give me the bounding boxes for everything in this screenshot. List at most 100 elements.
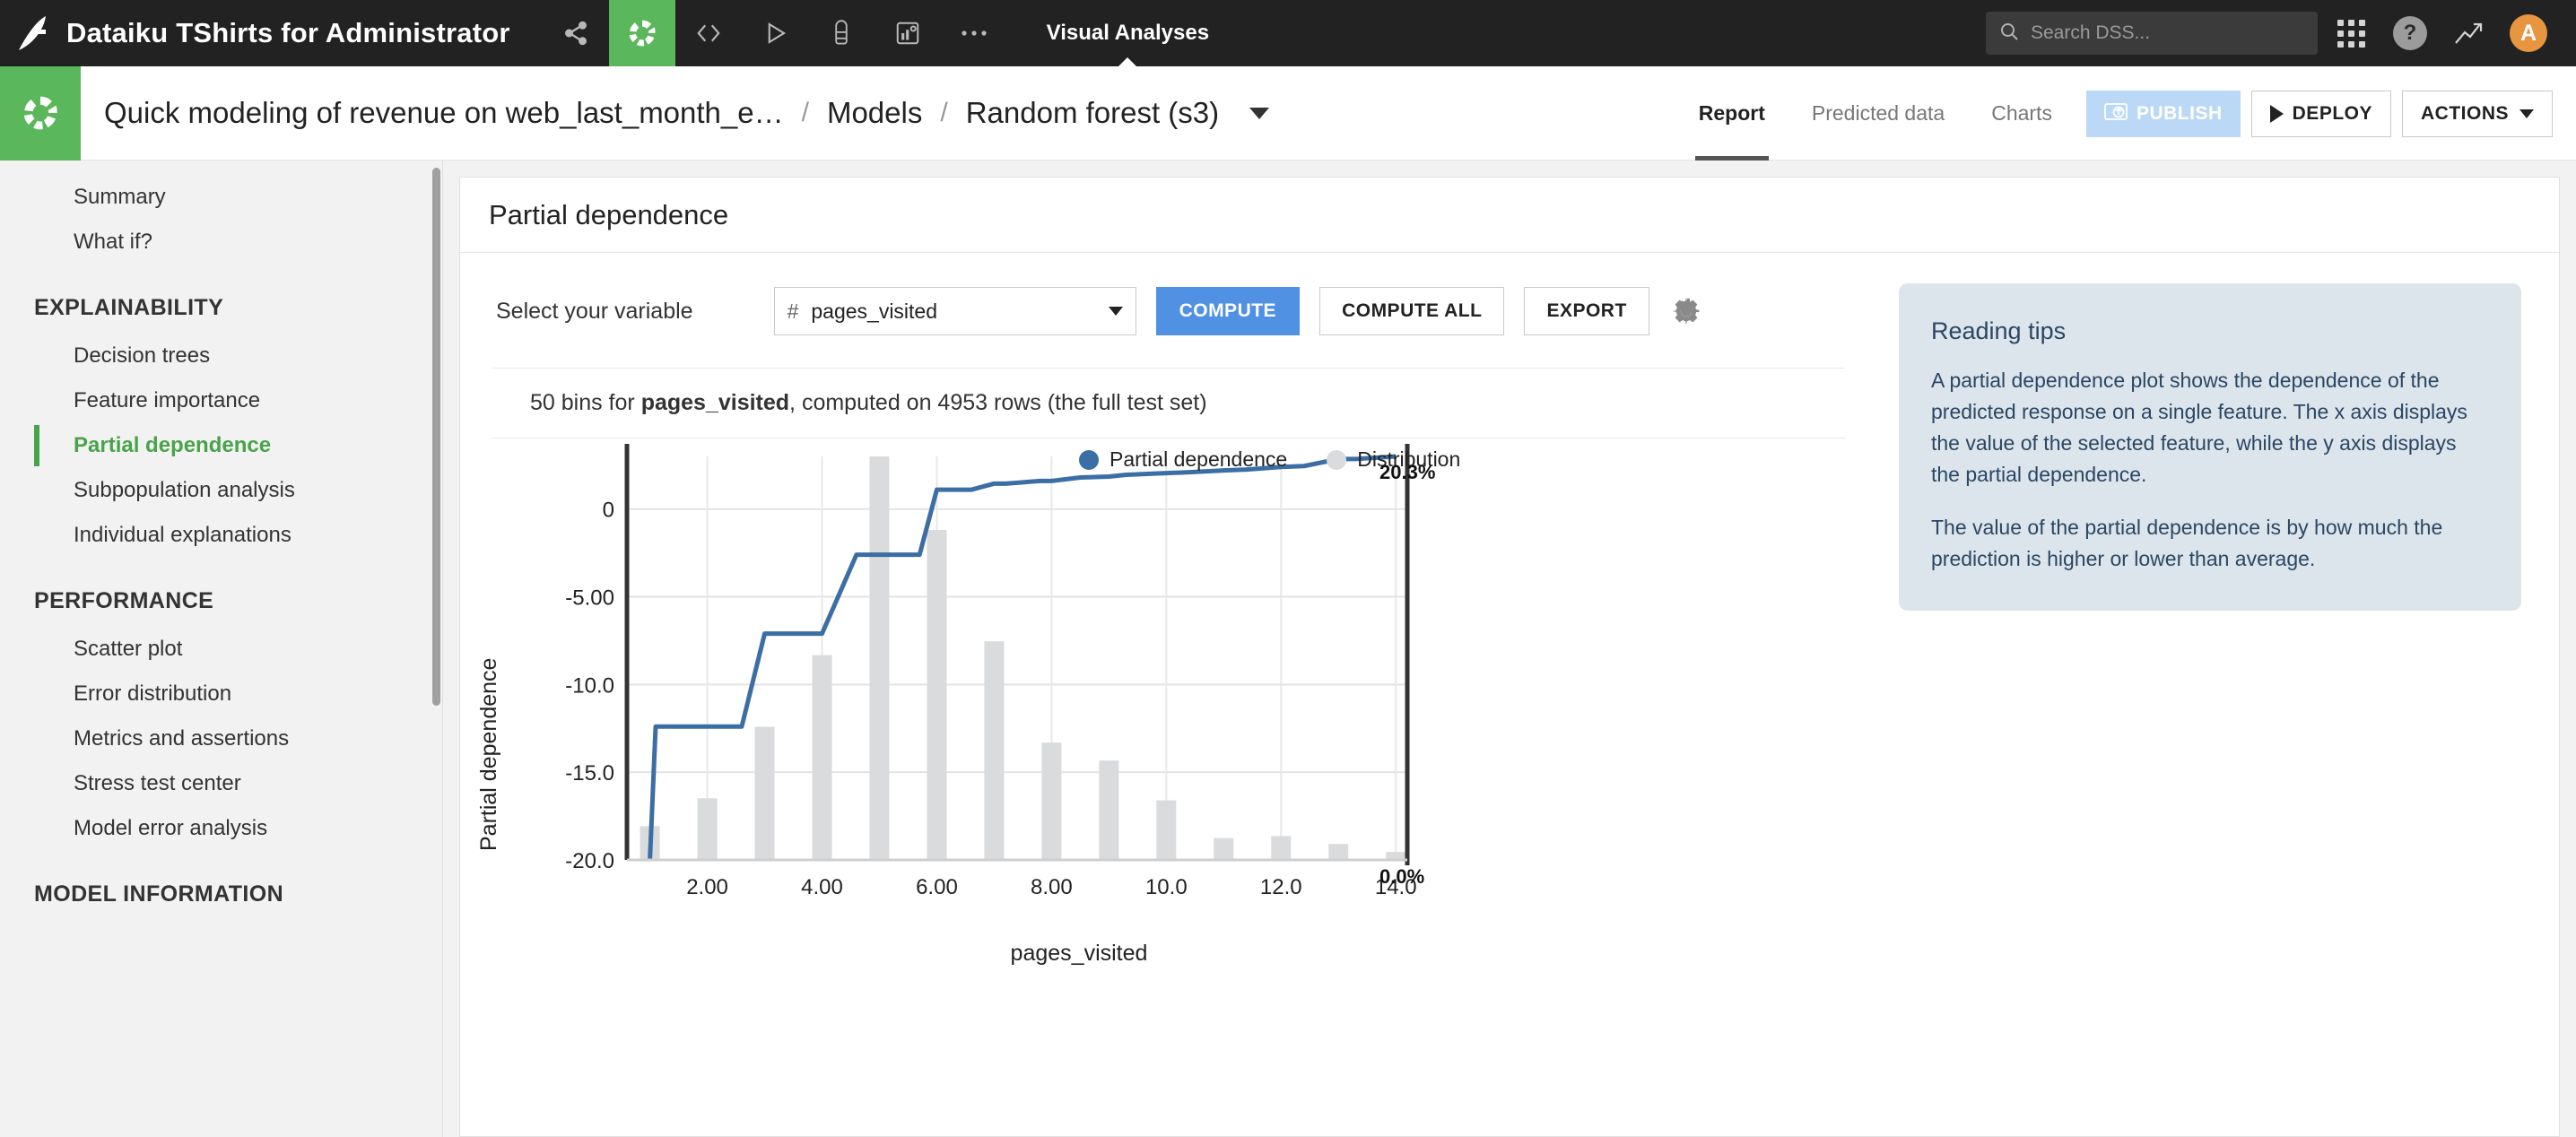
dataiku-bird-logo[interactable] [0, 0, 65, 66]
distribution-bar [1328, 844, 1349, 860]
jobs-icon[interactable] [808, 0, 875, 66]
page-title: Partial dependence [460, 178, 2559, 253]
sidebar-item-what-if[interactable]: What if? [0, 220, 443, 265]
y-axis-tick-label: -15.0 [565, 761, 614, 785]
sidebar-item-individual-explanations[interactable]: Individual explanations [0, 513, 443, 558]
distribution-bar [1271, 836, 1292, 860]
section-label[interactable]: Visual Analyses [1041, 0, 1214, 67]
breadcrumb: Quick modeling of revenue on web_last_mo… [104, 96, 1270, 130]
breadcrumb-bar: Quick modeling of revenue on web_last_mo… [0, 65, 2576, 161]
reading-tips-paragraph-1: A partial dependence plot shows the depe… [1931, 369, 2467, 486]
breadcrumb-item-analysis[interactable]: Quick modeling of revenue on web_last_mo… [104, 96, 784, 130]
variable-controls: Select your variable # pages_visited COM… [460, 253, 1877, 368]
actions-button[interactable]: ACTIONS [2402, 90, 2553, 137]
chevron-down-icon [2519, 108, 2534, 118]
reading-tips-title: Reading tips [1931, 317, 2067, 344]
distribution-bar [1041, 742, 1062, 860]
search-icon [1998, 21, 2020, 47]
trending-up-icon[interactable] [2443, 0, 2495, 66]
sidebar-item-scatter-plot[interactable]: Scatter plot [0, 627, 443, 672]
tab-charts[interactable]: Charts [1968, 66, 2076, 161]
deploy-label: DEPLOY [2292, 102, 2372, 124]
lab-icon[interactable] [608, 0, 675, 66]
reading-tips-paragraph-2: The value of the partial dependence is b… [1931, 515, 2443, 570]
publish-label: PUBLISH [2136, 102, 2223, 124]
numeric-type-icon: # [787, 299, 799, 323]
x-axis-tick-label: 8.00 [1031, 875, 1073, 899]
breadcrumb-separator: / [940, 98, 948, 127]
analysis-donut-logo[interactable] [0, 65, 81, 161]
distribution-bar [1156, 800, 1177, 860]
sidebar-item-model-error-analysis[interactable]: Model error analysis [0, 806, 443, 851]
breadcrumb-item-model[interactable]: Random forest (s3) [966, 96, 1219, 130]
bins-info-post: , computed on 4953 rows (the full test s… [789, 390, 1207, 415]
sidebar-divider [442, 161, 443, 1137]
breadcrumb-item-models[interactable]: Models [827, 96, 922, 130]
help-icon[interactable]: ? [2384, 0, 2436, 66]
sidebar-scrollbar[interactable] [432, 168, 440, 706]
breadcrumb-actions: Report Predicted data Charts PUBLISH DEP… [1675, 66, 2553, 161]
publish-button[interactable]: PUBLISH [2085, 90, 2241, 137]
breadcrumb-separator: / [801, 98, 809, 127]
tab-report[interactable]: Report [1675, 66, 1788, 161]
legend-label: Partial dependence [1110, 447, 1288, 471]
tab-report-label: Report [1698, 101, 1765, 125]
sidebar: Summary What if? EXPLAINABILITY Decision… [0, 161, 443, 1137]
bins-info: 50 bins for pages_visited, computed on 4… [492, 368, 1845, 438]
y-axis-title: Partial dependence [476, 657, 501, 851]
sidebar-item-decision-trees[interactable]: Decision trees [0, 334, 443, 378]
chart-svg: 0 -5.00 -10.0 -15.0 -20.0 2.00 4.00 6.00 8.00 10.… [565, 444, 1417, 899]
topbar-right-group: ? A [1986, 0, 2554, 66]
tab-predicted-data[interactable]: Predicted data [1788, 66, 1968, 161]
distribution-bar [984, 641, 1005, 860]
gear-icon[interactable] [1669, 294, 1703, 328]
x-axis-tick-label: 2.00 [686, 875, 728, 899]
sidebar-item-error-distribution[interactable]: Error distribution [0, 672, 443, 716]
run-icon[interactable] [742, 0, 808, 66]
legend-dot-icon [1327, 449, 1347, 470]
help-glyph: ? [2393, 16, 2427, 50]
page-body: Summary What if? EXPLAINABILITY Decision… [0, 161, 2576, 1137]
reading-tips-column: Reading tips A partial dependence plot s… [1877, 253, 2559, 1136]
main-content: Partial dependence Select your variable … [443, 161, 2576, 1137]
distribution-bar [697, 798, 718, 860]
bins-info-variable: pages_visited [640, 390, 790, 415]
bins-info-pre: 50 bins for [530, 390, 641, 415]
flow-icon[interactable] [543, 0, 609, 66]
avatar-initial: A [2510, 14, 2547, 52]
compute-button[interactable]: COMPUTE [1155, 287, 1301, 335]
y-axis-tick-label: -20.0 [565, 849, 614, 873]
grid-apps-icon[interactable] [2325, 0, 2377, 66]
sidebar-item-metrics-and-assertions[interactable]: Metrics and assertions [0, 716, 443, 761]
avatar[interactable]: A [2502, 0, 2554, 66]
deploy-button[interactable]: DEPLOY [2250, 90, 2391, 137]
y-axis-tick-label: -5.00 [565, 586, 614, 611]
distribution-bar [754, 726, 775, 860]
sidebar-item-partial-dependence[interactable]: Partial dependence [0, 423, 443, 468]
more-icon[interactable] [941, 0, 1007, 66]
chevron-down-icon[interactable] [1249, 107, 1270, 119]
compute-all-button[interactable]: COMPUTE ALL [1319, 287, 1505, 335]
dashboard-icon[interactable] [875, 0, 941, 66]
variable-select[interactable]: # pages_visited [773, 287, 1136, 335]
legend-item-partial-dependence[interactable]: Partial dependence [1079, 447, 1287, 472]
chevron-down-icon [1108, 307, 1123, 316]
tab-charts-label: Charts [1991, 101, 2052, 125]
partial-dependence-chart: Partial dependence Distribution Partial … [460, 438, 1877, 966]
distribution-bar [812, 655, 832, 860]
search-box[interactable] [1986, 12, 2318, 55]
search-input[interactable] [2031, 22, 2305, 44]
partial-dependence-panel: Partial dependence Select your variable … [459, 177, 2560, 1137]
sidebar-item-summary[interactable]: Summary [0, 175, 443, 220]
actions-label: ACTIONS [2421, 102, 2509, 124]
distribution-bar [869, 456, 890, 860]
sidebar-item-subpopulation-analysis[interactable]: Subpopulation analysis [0, 468, 443, 513]
topbar-icon-group [543, 0, 1007, 66]
x-axis-title: pages_visited [1010, 941, 1148, 966]
code-icon[interactable] [675, 0, 742, 66]
x-axis-tick-label: 4.00 [801, 875, 843, 899]
distribution-bar [1214, 838, 1234, 860]
sidebar-item-feature-importance[interactable]: Feature importance [0, 378, 443, 423]
export-button[interactable]: EXPORT [1524, 287, 1649, 335]
sidebar-item-stress-test-center[interactable]: Stress test center [0, 761, 443, 806]
